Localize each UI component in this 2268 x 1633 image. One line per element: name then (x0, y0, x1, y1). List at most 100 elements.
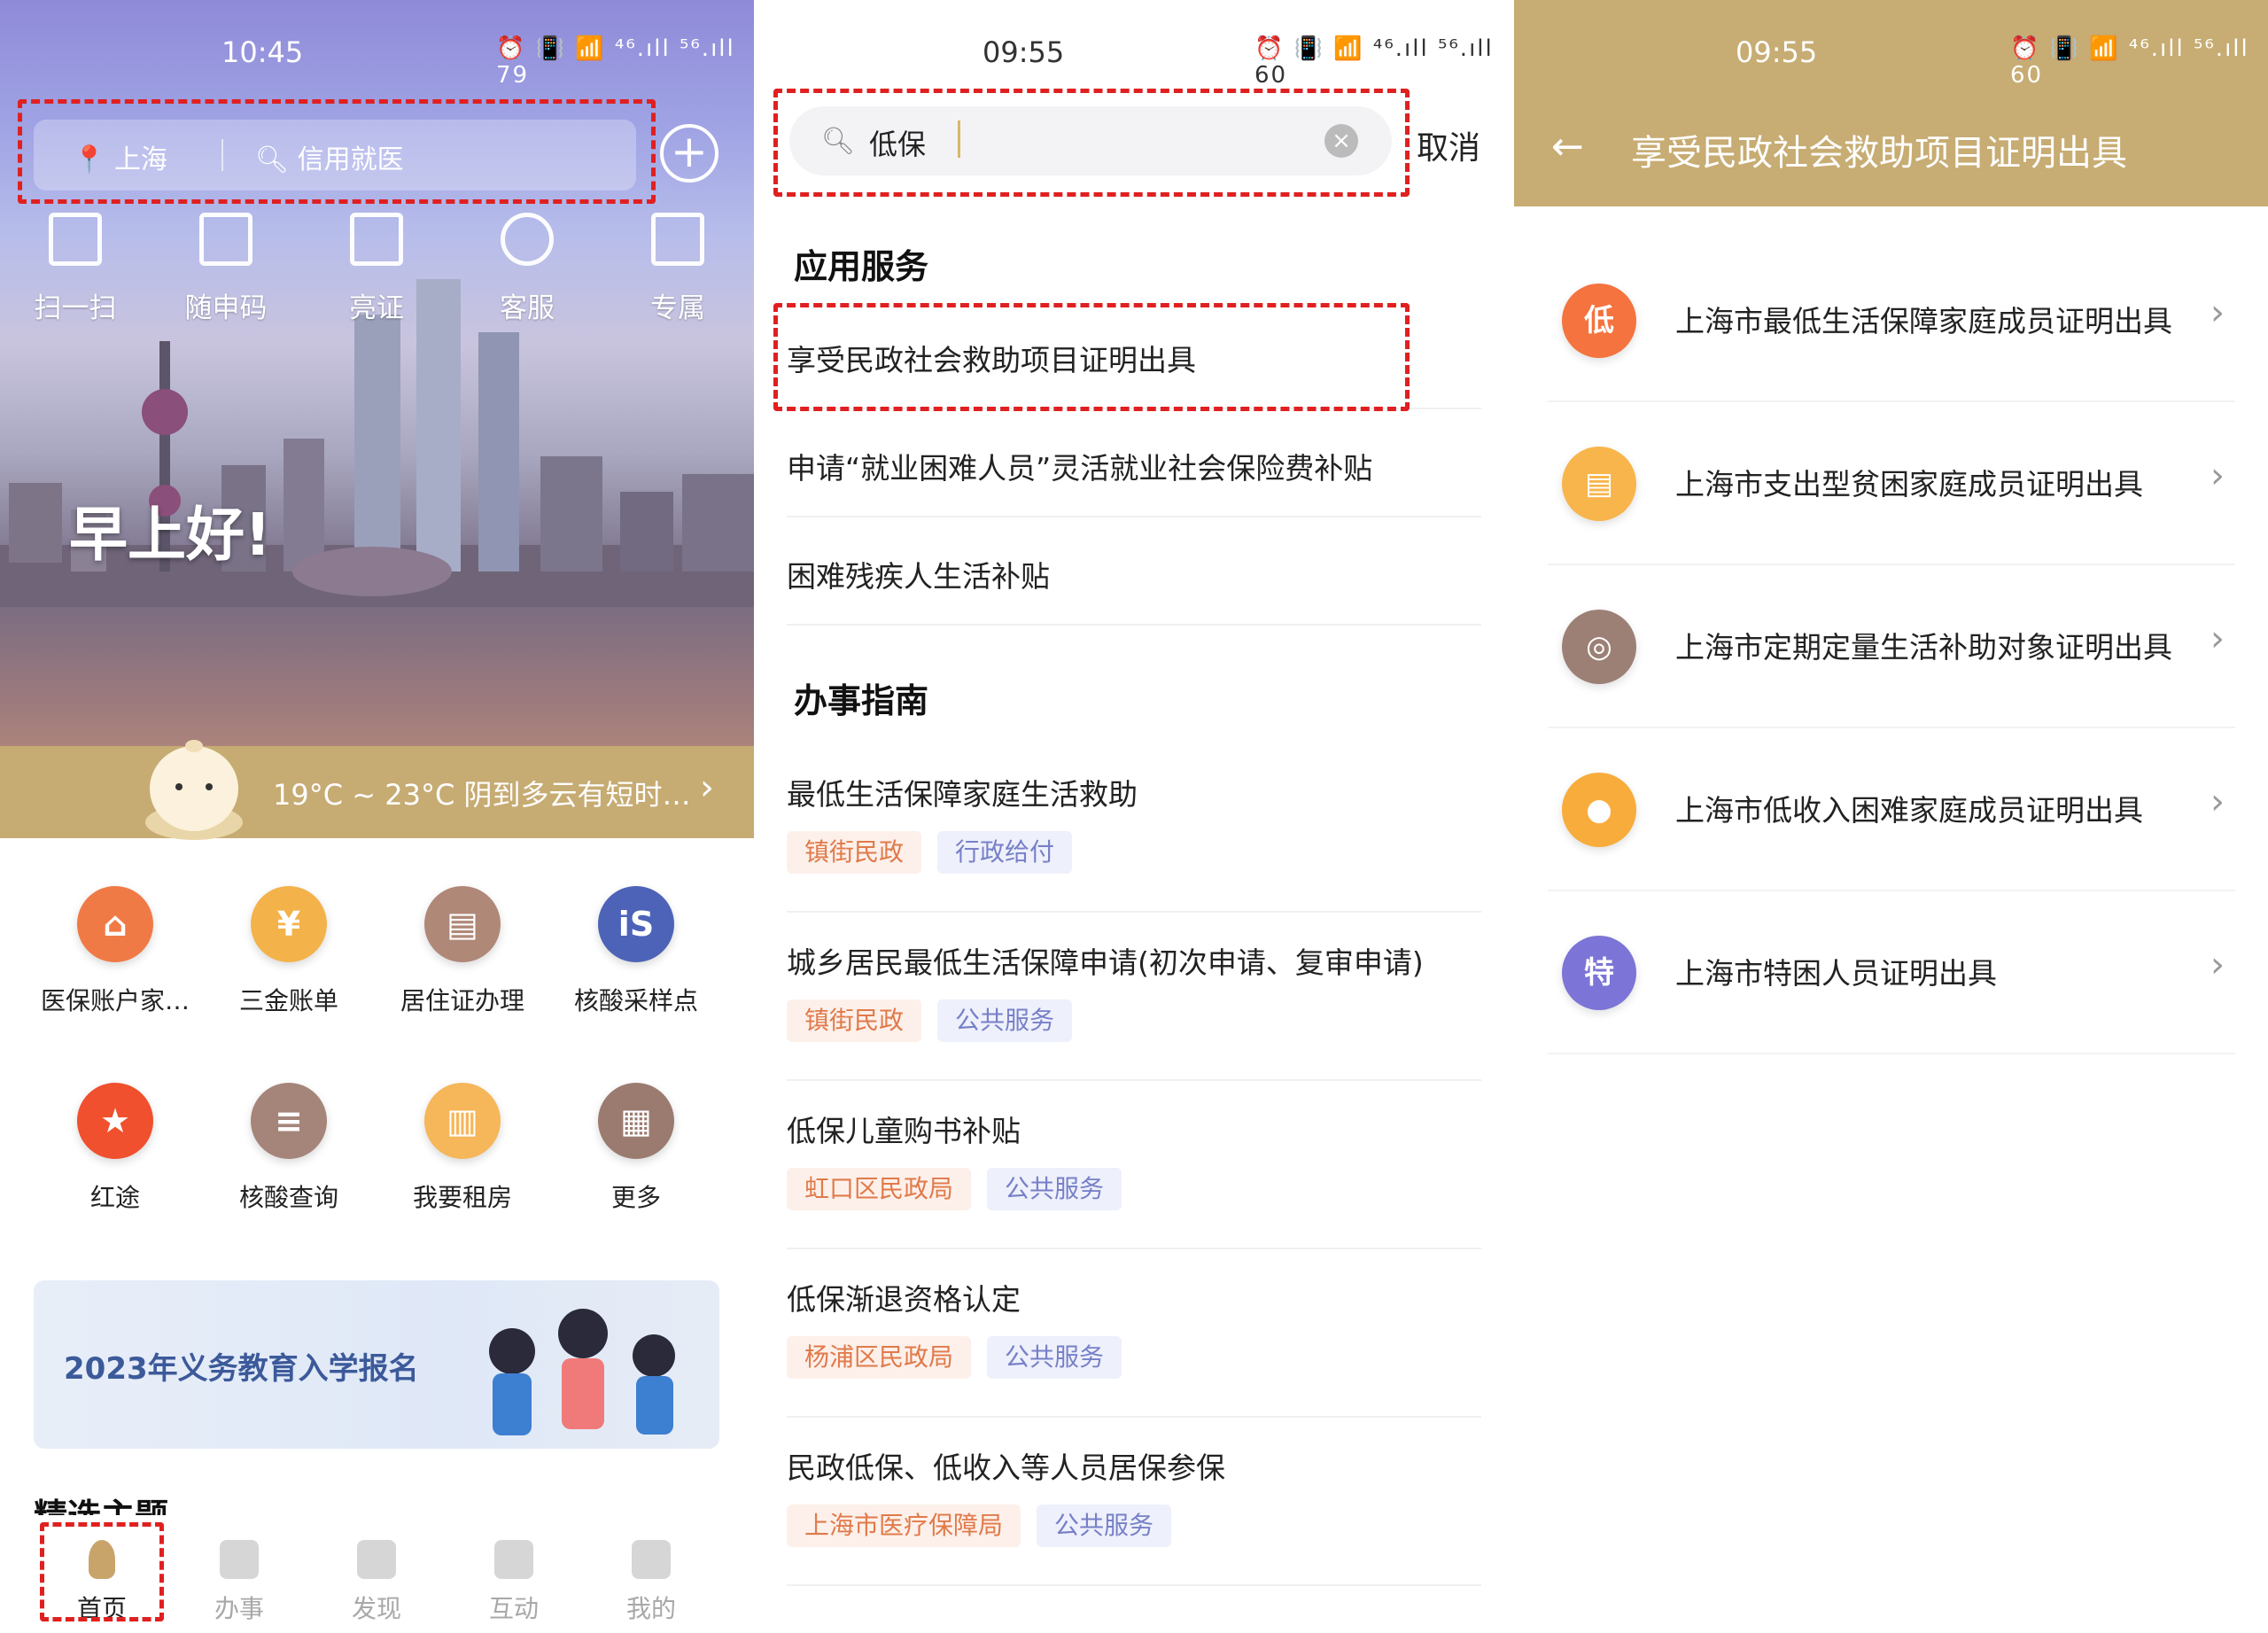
guide-title: 低保渐退资格认定 (787, 1282, 1021, 1317)
guide-title: 民政低保、低收入等人员居保参保 (787, 1450, 1225, 1485)
quick-action-service[interactable]: 客服 (452, 213, 602, 325)
greeting-text: 早上好! (69, 501, 272, 569)
certificate-item[interactable]: ◎ 上海市定期定量生活补助对象证明出具 › (1548, 565, 2235, 728)
service-medical-insurance[interactable]: ⌂ 医保账户家… (28, 886, 202, 1017)
tab-label: 我的 (625, 1594, 676, 1623)
crown-icon (651, 213, 704, 266)
brush-icon (220, 1540, 259, 1579)
chevron-right-icon: › (2210, 945, 2225, 985)
add-icon[interactable]: + (660, 124, 718, 183)
guide-item[interactable]: 最低生活保障家庭生活救助 镇街民政 行政给付 (787, 744, 1481, 913)
headset-icon (501, 213, 554, 266)
service-rent[interactable]: ▥ 我要租房 (376, 1083, 549, 1214)
quick-action-card[interactable]: 亮证 (301, 213, 452, 325)
document-icon: ≡ (251, 1083, 327, 1159)
quick-action-label: 客服 (500, 292, 555, 324)
quick-action-exclusive[interactable]: 专属 (602, 213, 753, 325)
dumpling-mascot-icon (145, 740, 243, 840)
service-red-route[interactable]: ★ 红途 (28, 1083, 202, 1214)
tab-label: 发现 (351, 1594, 401, 1623)
service-residence-permit[interactable]: ▤ 居住证办理 (376, 886, 549, 1017)
weather-bar[interactable]: 19°C ~ 23°C 阴到多云有短时… › (0, 746, 754, 838)
search-results-screen: 09:55 ⏰ 📳 📶 ⁴⁶.ıll ⁵⁶.ıll 60 🔍︎ 低保 × 取消 … (754, 0, 1514, 1633)
app-result-item[interactable]: 申请“就业困难人员”灵活就业社会保险费补贴 (787, 409, 1481, 517)
guide-dept-tag: 镇街民政 (787, 999, 922, 1042)
person-special-icon: 特 (1562, 936, 1636, 1010)
service-label: 红途 (89, 1183, 140, 1212)
coins-icon: ◎ (1562, 610, 1636, 684)
guide-item[interactable]: 民政低保、低收入等人员居保参保 上海市医疗保障局 公共服务 (787, 1418, 1481, 1586)
qr-code-icon (199, 213, 252, 266)
service-more[interactable]: ▦ 更多 (549, 1083, 723, 1214)
service-label: 医保账户家… (40, 986, 190, 1015)
service-label: 更多 (610, 1183, 661, 1212)
person-low-income-icon: ● (1562, 773, 1636, 847)
tab-services[interactable]: 办事 (177, 1540, 301, 1625)
yuan-house-icon: ¥ (251, 886, 327, 962)
certificate-item[interactable]: 低 上海市最低生活保障家庭成员证明出具 › (1548, 239, 2235, 402)
certificate-label: 上海市低收入困难家庭成员证明出具 (1675, 793, 2143, 828)
guide-dept-tag: 上海市医疗保障局 (787, 1505, 1021, 1547)
certificate-label: 上海市最低生活保障家庭成员证明出具 (1675, 304, 2172, 338)
certificate-item[interactable]: ● 上海市低收入困难家庭成员证明出具 › (1548, 728, 2235, 891)
enrollment-banner[interactable]: 2023年义务教育入学报名 (34, 1280, 719, 1449)
service-label: 核酸采样点 (573, 986, 698, 1015)
scan-icon (49, 213, 102, 266)
guide-type-tag: 公共服务 (987, 1336, 1122, 1379)
tab-interact[interactable]: 互动 (452, 1540, 576, 1625)
guide-title: 城乡居民最低生活保障申请(初次申请、复审申请) (787, 945, 1424, 980)
status-time: 10:45 (221, 35, 304, 69)
highlight-home-tab (40, 1522, 164, 1621)
status-bar: 09:55 ⏰ 📳 📶 ⁴⁶.ıll ⁵⁶.ıll 60 (1514, 0, 2268, 106)
highlight-app-result (773, 303, 1410, 411)
banner-text: 2023年义务教育入学报名 (64, 1351, 419, 1387)
quick-action-scan[interactable]: 扫一扫 (0, 213, 151, 325)
quick-action-label: 专属 (650, 292, 705, 324)
guide-item[interactable]: 低保儿童购书补贴 虹口区民政局 公共服务 (787, 1081, 1481, 1249)
guide-dept-tag: 杨浦区民政局 (787, 1336, 972, 1379)
grid-icon: ▦ (598, 1083, 674, 1159)
service-label: 三金账单 (238, 986, 338, 1015)
certificate-item[interactable]: ▤ 上海市支出型贫困家庭成员证明出具 › (1548, 402, 2235, 565)
quick-action-label: 亮证 (349, 292, 404, 324)
flower-icon (494, 1540, 533, 1579)
guide-section-title: 办事指南 (794, 681, 929, 720)
tab-discover[interactable]: 发现 (315, 1540, 439, 1625)
guide-title: 低保儿童购书补贴 (787, 1114, 1021, 1148)
tab-mine[interactable]: 我的 (589, 1540, 713, 1625)
quick-action-label: 随申码 (184, 292, 268, 324)
certificate-label: 上海市定期定量生活补助对象证明出具 (1675, 630, 2172, 665)
id-card-icon: ▤ (424, 886, 501, 962)
certificate-list-screen: 09:55 ⏰ 📳 📶 ⁴⁶.ıll ⁵⁶.ıll 60 ← 享受民政社会救助项… (1514, 0, 2268, 1633)
app-services-title: 应用服务 (794, 247, 929, 286)
service-three-funds[interactable]: ¥ 三金账单 (202, 886, 376, 1017)
quick-action-qr[interactable]: 随申码 (151, 213, 301, 325)
document-icon: ▤ (1562, 447, 1636, 521)
status-time: 09:55 (1736, 35, 1818, 69)
app-result-label: 困难残疾人生活补贴 (787, 559, 1050, 594)
app-result-item[interactable]: 困难残疾人生活补贴 (787, 517, 1481, 626)
guide-type-tag: 公共服务 (987, 1168, 1122, 1210)
cancel-button[interactable]: 取消 (1417, 122, 1480, 168)
person-icon (632, 1540, 671, 1579)
certificate-label: 上海市支出型贫困家庭成员证明出具 (1675, 467, 2143, 502)
guide-type-tag: 公共服务 (1037, 1505, 1172, 1547)
quick-action-label: 扫一扫 (34, 292, 117, 324)
back-arrow-icon[interactable]: ← (1551, 124, 1584, 169)
guide-title: 最低生活保障家庭生活救助 (787, 777, 1138, 812)
status-icons: ⏰ 📳 📶 ⁴⁶.ıll ⁵⁶.ıll 60 (2010, 35, 2249, 89)
service-test-query[interactable]: ≡ 核酸查询 (202, 1083, 376, 1214)
guide-type-tag: 公共服务 (937, 999, 1073, 1042)
service-label: 核酸查询 (238, 1183, 338, 1212)
chevron-right-icon: › (700, 767, 714, 808)
service-test-sites[interactable]: iS 核酸采样点 (549, 886, 723, 1017)
tab-label: 互动 (488, 1594, 539, 1623)
certificate-item[interactable]: 特 上海市特困人员证明出具 › (1548, 891, 2235, 1054)
guide-dept-tag: 镇街民政 (787, 831, 922, 874)
page-title: 享受民政社会救助项目证明出具 (1631, 133, 2127, 174)
guide-item[interactable]: 城乡居民最低生活保障申请(初次申请、复审申请) 镇街民政 公共服务 (787, 913, 1481, 1081)
arch-icon (357, 1540, 396, 1579)
guide-item[interactable]: 低保渐退资格认定 杨浦区民政局 公共服务 (787, 1249, 1481, 1418)
chevron-right-icon: › (2210, 455, 2225, 496)
tab-label: 办事 (214, 1594, 264, 1623)
